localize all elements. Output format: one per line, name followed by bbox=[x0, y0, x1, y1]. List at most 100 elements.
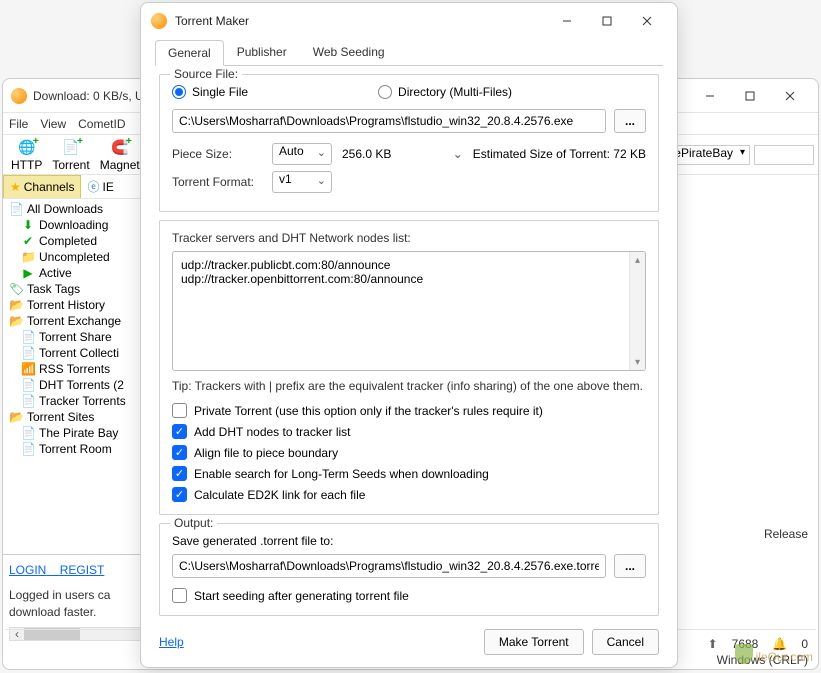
tree-uncompleted[interactable]: 📁Uncompleted bbox=[3, 249, 157, 265]
history-icon: 📂 bbox=[9, 298, 23, 312]
dialog-maximize-button[interactable] bbox=[587, 7, 627, 35]
tracker-textarea[interactable]: udp://tracker.publicbt.com:80/announce u… bbox=[172, 251, 646, 371]
tree-label: Downloading bbox=[39, 218, 108, 232]
maximize-button[interactable] bbox=[730, 82, 770, 110]
checkbox-ed2k[interactable]: Calculate ED2K link for each file bbox=[172, 487, 646, 502]
tree-torrent-collection[interactable]: 📄Torrent Collecti bbox=[3, 345, 157, 361]
dht-icon: 📄 bbox=[21, 378, 35, 392]
checkbox-start-seeding[interactable]: Start seeding after generating torrent f… bbox=[172, 588, 646, 603]
radio-single-label: Single File bbox=[192, 85, 248, 99]
browse-output-button[interactable]: ... bbox=[614, 554, 646, 578]
tree-torrent-share[interactable]: 📄Torrent Share bbox=[3, 329, 157, 345]
tracker-scrollbar[interactable]: ▴ ▾ bbox=[629, 252, 645, 370]
magnet-label: Magnet bbox=[100, 158, 140, 172]
checkbox-private-torrent[interactable]: Private Torrent (use this option only if… bbox=[172, 403, 646, 418]
output-path-input[interactable] bbox=[172, 554, 606, 578]
ie-icon: ⓔ bbox=[87, 178, 99, 195]
cancel-button[interactable]: Cancel bbox=[592, 629, 659, 655]
piece-size-value: 256.0 KB bbox=[342, 147, 402, 161]
tree-tracker-torrents[interactable]: 📄Tracker Torrents bbox=[3, 393, 157, 409]
dialog-icon bbox=[151, 13, 167, 29]
download-icon: ⬇ bbox=[21, 218, 35, 232]
minimize-button[interactable] bbox=[690, 82, 730, 110]
tab-general[interactable]: General bbox=[155, 40, 224, 66]
tag-icon: 🏷 bbox=[9, 282, 23, 296]
tracker-list-label: Tracker servers and DHT Network nodes li… bbox=[172, 231, 646, 245]
register-link[interactable]: REGIST bbox=[60, 563, 105, 577]
help-link[interactable]: Help bbox=[159, 635, 476, 649]
tree-pirate-bay[interactable]: 📄The Pirate Bay bbox=[3, 425, 157, 441]
tree-task-tags[interactable]: 🏷Task Tags bbox=[3, 281, 157, 297]
tree-label: Torrent Room bbox=[39, 442, 112, 456]
tracker-line: udp://tracker.publicbt.com:80/announce bbox=[181, 258, 637, 272]
piece-size-select[interactable]: Auto bbox=[272, 143, 332, 165]
tree-label: Completed bbox=[39, 234, 97, 248]
make-torrent-button[interactable]: Make Torrent bbox=[484, 629, 584, 655]
checkbox-lts[interactable]: Enable search for Long-Term Seeds when d… bbox=[172, 466, 646, 481]
estimated-size-label: Estimated Size of Torrent: 72 KB bbox=[473, 147, 646, 161]
tree-active[interactable]: ▶Active bbox=[3, 265, 157, 281]
output-group: Output: Save generated .torrent file to:… bbox=[159, 523, 659, 616]
tree-downloading[interactable]: ⬇ Downloading bbox=[3, 217, 157, 233]
tree-torrent-exchange[interactable]: 📂Torrent Exchange bbox=[3, 313, 157, 329]
tree-completed[interactable]: ✔ Completed bbox=[3, 233, 157, 249]
bell-icon: 🔔 bbox=[772, 637, 787, 651]
checkbox-add-dht[interactable]: Add DHT nodes to tracker list bbox=[172, 424, 646, 439]
tree-label: Torrent Sites bbox=[27, 410, 94, 424]
checkbox-align-file[interactable]: Align file to piece boundary bbox=[172, 445, 646, 460]
sidebar: ★Channels ⓔIE 📄 All Downloads ⬇ Downloadin… bbox=[3, 175, 158, 649]
tree-label: Torrent Exchange bbox=[27, 314, 121, 328]
page-icon: 📄 bbox=[9, 202, 23, 216]
login-text2: download faster. bbox=[9, 604, 151, 621]
chevron-down-icon[interactable]: ⌄ bbox=[453, 147, 463, 161]
magnet-icon: 🧲 bbox=[110, 138, 130, 158]
tab-channels[interactable]: ★Channels bbox=[3, 175, 81, 198]
tree-label: Torrent History bbox=[27, 298, 105, 312]
link-icon: 📄 bbox=[21, 442, 35, 456]
menu-cometid[interactable]: CometID bbox=[78, 117, 125, 131]
magnet-button[interactable]: 🧲Magnet bbox=[96, 136, 144, 174]
radio-directory[interactable]: Directory (Multi-Files) bbox=[378, 85, 512, 99]
browse-source-button[interactable]: ... bbox=[614, 109, 646, 133]
search-input[interactable] bbox=[754, 145, 814, 165]
dialog-minimize-button[interactable] bbox=[547, 7, 587, 35]
tab-publisher[interactable]: Publisher bbox=[224, 39, 300, 65]
active-icon: ▶ bbox=[21, 266, 35, 280]
check-icon: ✔ bbox=[21, 234, 35, 248]
close-button[interactable] bbox=[770, 82, 810, 110]
tab-ie[interactable]: ⓔIE bbox=[81, 175, 119, 198]
http-button[interactable]: 🌐HTTP bbox=[7, 136, 46, 174]
radio-icon bbox=[172, 85, 186, 99]
tree-label: The Pirate Bay bbox=[39, 426, 118, 440]
source-path-input[interactable] bbox=[172, 109, 606, 133]
torrent-button[interactable]: 📄Torrent bbox=[48, 136, 93, 174]
piece-size-label: Piece Size: bbox=[172, 147, 262, 161]
status-bell-value: 0 bbox=[801, 637, 808, 651]
torrent-format-select[interactable]: v1 bbox=[272, 171, 332, 193]
tree-torrent-history[interactable]: 📂 Torrent History bbox=[3, 297, 157, 313]
menu-view[interactable]: View bbox=[40, 117, 66, 131]
tree-all-downloads[interactable]: 📄 All Downloads bbox=[3, 201, 157, 217]
login-text1: Logged in users ca bbox=[9, 587, 151, 604]
tree-dht-torrents[interactable]: 📄DHT Torrents (2 bbox=[3, 377, 157, 393]
scroll-down-icon[interactable]: ▾ bbox=[630, 354, 645, 370]
globe-icon: 🌐 bbox=[17, 138, 37, 158]
tree-torrent-sites[interactable]: 📂Torrent Sites bbox=[3, 409, 157, 425]
tab-web-seeding[interactable]: Web Seeding bbox=[300, 39, 398, 65]
login-link[interactable]: LOGIN bbox=[9, 563, 46, 577]
scroll-up-icon[interactable]: ▴ bbox=[630, 252, 645, 268]
upload-icon: ⬆ bbox=[708, 637, 718, 651]
tree-torrent-room[interactable]: 📄 Torrent Room bbox=[3, 441, 157, 457]
tree-label: All Downloads bbox=[27, 202, 103, 216]
tab-channels-label: Channels bbox=[24, 180, 75, 194]
dialog-close-button[interactable] bbox=[627, 7, 667, 35]
dialog-footer: Help Make Torrent Cancel bbox=[141, 629, 677, 667]
radio-single-file[interactable]: Single File bbox=[172, 85, 248, 99]
checkbox-icon bbox=[172, 403, 187, 418]
radio-dir-label: Directory (Multi-Files) bbox=[398, 85, 512, 99]
checkbox-icon bbox=[172, 466, 187, 481]
menu-file[interactable]: File bbox=[9, 117, 28, 131]
tree-label: Uncompleted bbox=[39, 250, 110, 264]
checkbox-icon bbox=[172, 424, 187, 439]
tree-rss-torrents[interactable]: 📶RSS Torrents bbox=[3, 361, 157, 377]
